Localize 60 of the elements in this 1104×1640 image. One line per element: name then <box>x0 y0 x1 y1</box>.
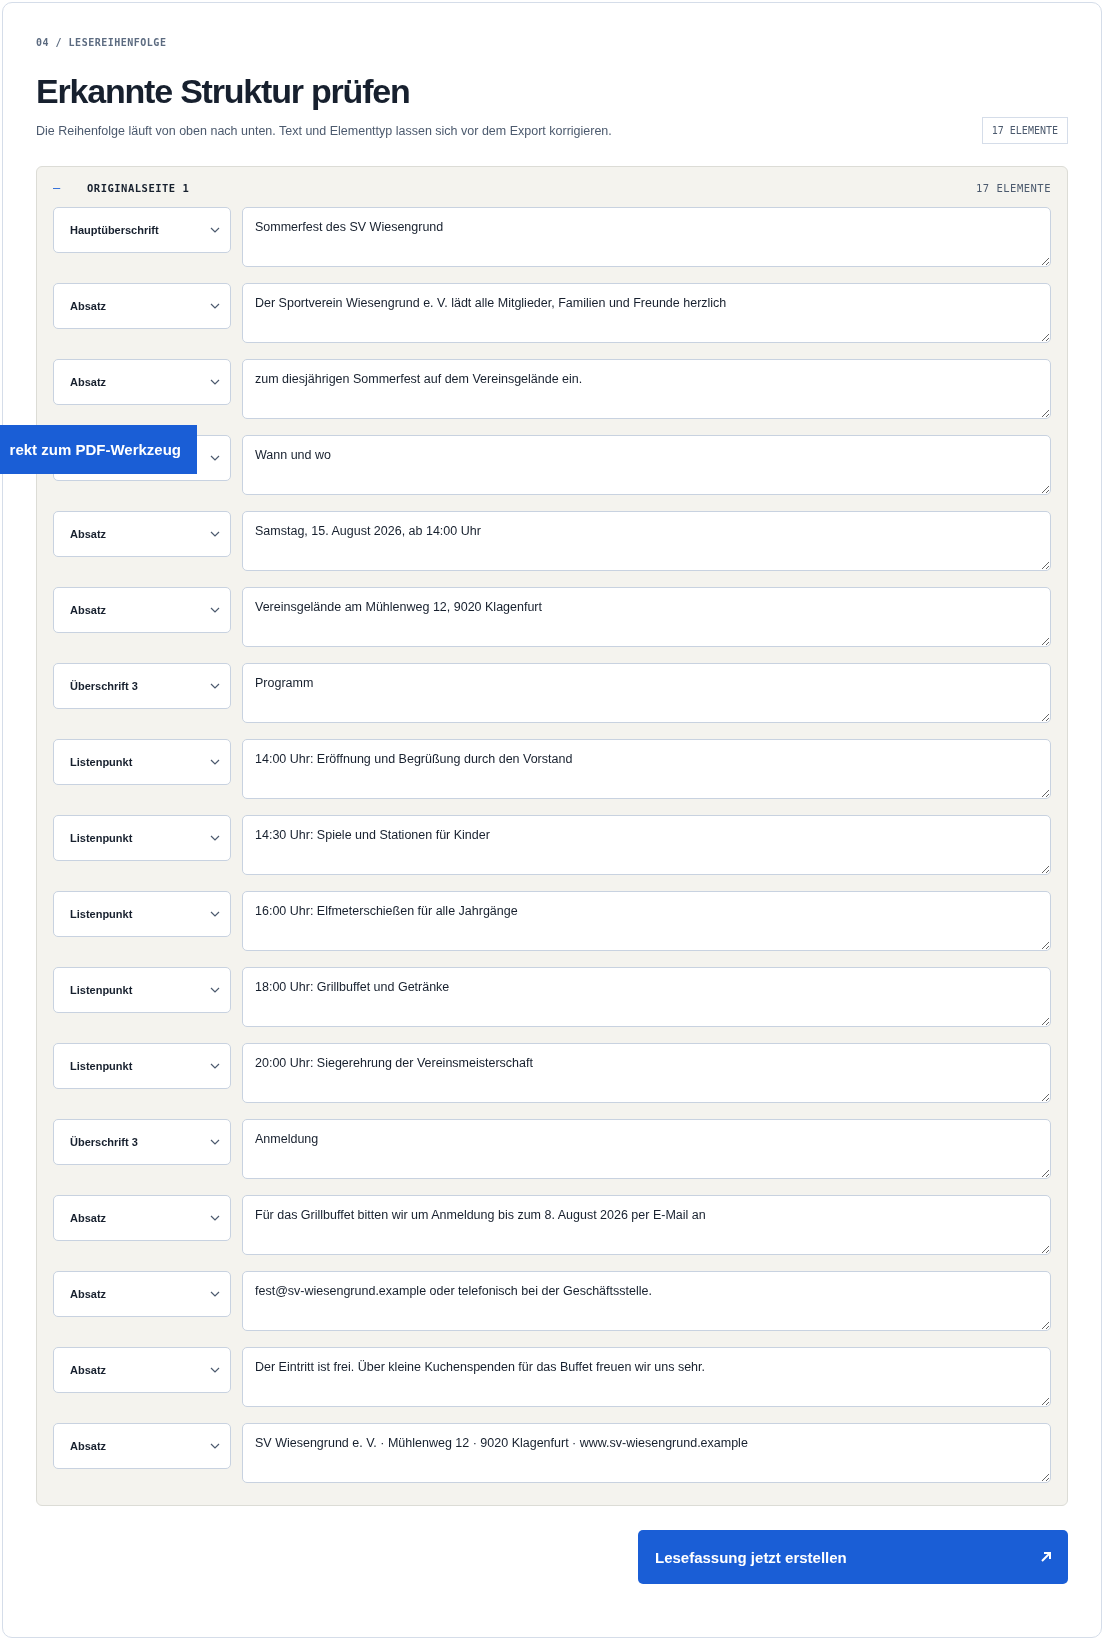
element-text-field[interactable]: 20:00 Uhr: Siegerehrung der Vereinsmeisterschaft <box>242 1043 1051 1103</box>
element-type-select[interactable]: Listenpunkt <box>53 739 231 785</box>
page-title: Erkannte Struktur prüfen <box>36 72 411 111</box>
chevron-down-icon <box>210 379 220 385</box>
element-type-select[interactable]: Absatz <box>53 1271 231 1317</box>
chevron-down-icon <box>210 1139 220 1145</box>
collapse-toggle[interactable]: – <box>53 181 87 195</box>
chevron-down-icon <box>210 1215 220 1221</box>
element-text-field[interactable]: zum diesjährigen Sommerfest auf dem Vereinsgelände ein. <box>242 359 1051 419</box>
element-text-field[interactable]: Der Eintritt ist frei. Über kleine Kuchenspenden für das Buffet freuen wir uns sehr. <box>242 1347 1051 1407</box>
element-type-select[interactable]: Überschrift 3 <box>53 663 231 709</box>
chevron-down-icon <box>210 835 220 841</box>
step-label: 04 / LESEREIHENFOLGE <box>36 37 168 48</box>
page-description: Die Reihenfolge läuft von oben nach unten. Text und Elementtyp lassen sich vor dem Export korrigieren. <box>36 124 612 140</box>
element-text-field[interactable]: Sommerfest des SV Wiesengrund <box>242 207 1051 267</box>
chevron-down-icon <box>210 987 220 993</box>
chevron-down-icon <box>210 455 220 461</box>
element-text-field[interactable]: 14:00 Uhr: Eröffnung und Begrüßung durch den Vorstand <box>242 739 1051 799</box>
element-text-field[interactable]: 16:00 Uhr: Elfmeterschießen für alle Jahrgänge <box>242 891 1051 951</box>
element-type-select[interactable]: Absatz <box>53 511 231 557</box>
element-text-field[interactable]: Der Sportverein Wiesengrund e. V. lädt alle Mitglieder, Familien und Freunde herzlich <box>242 283 1051 343</box>
page-group-count: 17 ELEMENTE <box>975 182 1051 194</box>
chevron-down-icon <box>210 759 220 765</box>
chevron-down-icon <box>210 303 220 309</box>
element-type-select[interactable]: Hauptüberschrift <box>53 207 231 253</box>
element-type-select[interactable]: Listenpunkt <box>53 1043 231 1089</box>
element-type-select[interactable]: Absatz <box>53 359 231 405</box>
chevron-down-icon <box>210 607 220 613</box>
element-type-select[interactable]: Überschrift 3 <box>53 1119 231 1165</box>
element-text-field[interactable]: SV Wiesengrund e. V. · Mühlenweg 12 · 9020 Klagenfurt · www.sv-wiesengrund.example <box>242 1423 1051 1483</box>
element-text-field[interactable]: 14:30 Uhr: Spiele und Stationen für Kinder <box>242 815 1051 875</box>
chevron-down-icon <box>210 683 220 689</box>
create-reading-version-button[interactable]: Lesefassung jetzt erstellen <box>638 1530 1068 1584</box>
skip-link[interactable]: rekt zum PDF-Werkzeug <box>0 425 197 474</box>
page-group-title: ORIGINALSEITE 1 <box>87 182 190 194</box>
arrow-up-right-icon <box>1040 1551 1052 1563</box>
element-text-field[interactable]: Programm <box>242 663 1051 723</box>
element-text-field[interactable]: Anmeldung <box>242 1119 1051 1179</box>
chevron-down-icon <box>210 531 220 537</box>
chevron-down-icon <box>210 911 220 917</box>
chevron-down-icon <box>210 227 220 233</box>
chevron-down-icon <box>210 1063 220 1069</box>
element-type-select[interactable]: Absatz <box>53 283 231 329</box>
element-type-select[interactable]: Absatz <box>53 1347 231 1393</box>
element-text-field[interactable]: Vereinsgelände am Mühlenweg 12, 9020 Klagenfurt <box>242 587 1051 647</box>
chevron-down-icon <box>210 1291 220 1297</box>
element-type-select[interactable]: Absatz <box>53 587 231 633</box>
element-text-field[interactable]: fest@sv-wiesengrund.example oder telefonisch bei der Geschäftsstelle. <box>242 1271 1051 1331</box>
chevron-down-icon <box>210 1443 220 1449</box>
element-type-select[interactable]: Listenpunkt <box>53 967 231 1013</box>
element-type-select[interactable]: Absatz <box>53 1423 231 1469</box>
element-type-select[interactable]: Absatz <box>53 1195 231 1241</box>
chevron-down-icon <box>210 1367 220 1373</box>
element-count-badge: 17 ELEMENTE <box>981 117 1068 144</box>
element-text-field[interactable]: Wann und wo <box>242 435 1051 495</box>
element-type-select[interactable]: Listenpunkt <box>53 891 231 937</box>
element-text-field[interactable]: Für das Grillbuffet bitten wir um Anmeldung bis zum 8. August 2026 per E-Mail an <box>242 1195 1051 1255</box>
element-type-select[interactable]: Listenpunkt <box>53 815 231 861</box>
element-text-field[interactable]: Samstag, 15. August 2026, ab 14:00 Uhr <box>242 511 1051 571</box>
element-text-field[interactable]: 18:00 Uhr: Grillbuffet und Getränke <box>242 967 1051 1027</box>
